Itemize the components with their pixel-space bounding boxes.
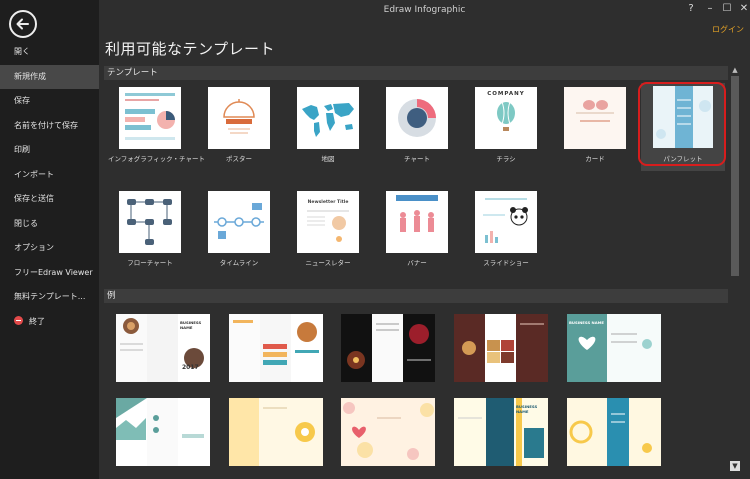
template-thumbnail — [208, 191, 270, 253]
menu-exit-label: 終了 — [29, 316, 45, 326]
page-title: 利用可能なテンプレート — [105, 40, 276, 58]
template-label: バナー — [407, 259, 427, 267]
menu-free-templates[interactable]: 無料テンプレート... — [0, 285, 99, 310]
menu-open[interactable]: 開く — [0, 40, 99, 65]
arrow-left-icon — [16, 18, 29, 30]
example-brochure-yellow-blue[interactable] — [567, 398, 661, 466]
menu-options[interactable]: オプション — [0, 236, 99, 261]
hot-air-balloon-thumbnail — [497, 101, 515, 131]
scroll-thumb[interactable] — [731, 76, 739, 276]
infographic-chart-thumbnail — [125, 93, 175, 140]
example-business-name: BUSINESS NAME — [180, 320, 202, 330]
template-label: スライドショー — [483, 259, 529, 267]
template-thumbnail: COMPANY — [475, 87, 537, 149]
example-brochure-yellow[interactable] — [229, 398, 323, 466]
example-thumbnail — [341, 398, 435, 466]
template-label: インフォグラフィック・チャート — [108, 155, 205, 163]
scroll-up-icon[interactable]: ▲ — [730, 65, 740, 75]
app-window: 開く 新規作成 保存 名前を付けて保存 印刷 インポート 保存と送信 閉じる オ… — [0, 0, 750, 479]
template-thumbnail — [386, 87, 448, 149]
scroll-down-icon[interactable]: ▼ — [730, 461, 740, 471]
template-timeline[interactable]: タイムライン — [197, 186, 281, 274]
back-button[interactable] — [9, 10, 37, 38]
menu-save-as[interactable]: 名前を付けて保存 — [0, 114, 99, 139]
example-thumbnail — [229, 398, 323, 466]
template-label: フローチャート — [127, 259, 173, 267]
selection-highlight — [638, 82, 726, 166]
backstage-sidebar: 開く 新規作成 保存 名前を付けて保存 印刷 インポート 保存と送信 閉じる オ… — [0, 0, 99, 479]
template-newsletter[interactable]: Newsletter Title ニュースレター — [286, 186, 370, 274]
template-thumbnail — [119, 191, 181, 253]
example-thumbnail — [116, 398, 204, 466]
template-label: タイムライン — [219, 259, 259, 267]
template-banner[interactable]: バナー — [375, 186, 459, 274]
title-bar: Edraw Infographic — [99, 0, 750, 22]
template-slideshow[interactable]: スライドショー — [464, 186, 548, 274]
banner-thumbnail — [396, 195, 438, 232]
login-link[interactable]: ログイン — [712, 24, 744, 35]
template-flyer[interactable]: COMPANY チラシ — [464, 82, 548, 170]
template-card[interactable]: カード — [553, 82, 637, 170]
example-brochure-heart[interactable] — [341, 398, 435, 466]
menu-free-viewer[interactable]: フリーEdraw Viewer — [0, 261, 99, 286]
example-thumbnail — [454, 314, 548, 382]
example-brochure-teal[interactable]: BUSINESS NAME — [567, 314, 661, 382]
world-map-thumbnail — [302, 103, 354, 137]
panda-slideshow-thumbnail — [483, 198, 528, 243]
exit-icon — [14, 315, 23, 325]
template-poster[interactable]: ポスター — [197, 82, 281, 170]
vertical-scrollbar[interactable]: ▲ ▼ — [729, 64, 741, 472]
example-thumbnail — [341, 314, 435, 382]
menu-print[interactable]: 印刷 — [0, 138, 99, 163]
close-button[interactable]: ✕ — [733, 2, 750, 16]
menu-new[interactable]: 新規作成 — [0, 64, 99, 89]
template-label: カード — [585, 155, 605, 163]
examples-section-header: 例 — [104, 289, 728, 303]
menu-import[interactable]: インポート — [0, 163, 99, 188]
template-thumbnail: Newsletter Title — [297, 191, 359, 253]
template-label: ニュースレター — [305, 259, 351, 267]
templates-section-header: テンプレート — [104, 66, 728, 80]
template-thumbnail — [564, 87, 626, 149]
template-thumbnail — [208, 87, 270, 149]
example-brochure-food-1[interactable]: BUSINESS NAME 2017 — [116, 314, 210, 382]
flowchart-thumbnail — [127, 199, 172, 245]
template-label: チラシ — [496, 155, 516, 163]
template-infographic-chart[interactable]: インフォグラフィック・チャート — [108, 82, 205, 170]
example-brochure-red[interactable] — [454, 314, 548, 382]
example-brochure-dark[interactable] — [341, 314, 435, 382]
template-thumbnail — [119, 87, 181, 149]
template-label: チャート — [404, 155, 430, 163]
menu-save[interactable]: 保存 — [0, 89, 99, 114]
donut-chart-thumbnail — [398, 99, 436, 137]
menu-close[interactable]: 閉じる — [0, 212, 99, 237]
window-title: Edraw Infographic — [383, 5, 466, 15]
example-business-name: BUSINESS NAME — [569, 320, 605, 325]
template-map[interactable]: 地図 — [286, 82, 370, 170]
birds-card-thumbnail — [576, 100, 614, 122]
backstage-menu: 開く 新規作成 保存 名前を付けて保存 印刷 インポート 保存と送信 閉じる オ… — [0, 40, 99, 334]
example-thumbnail — [567, 398, 661, 466]
template-label: ポスター — [226, 155, 252, 163]
example-brochure-navy[interactable]: BUSINESS NAME — [454, 398, 548, 466]
example-brochure-green[interactable] — [116, 398, 210, 466]
template-thumbnail — [386, 191, 448, 253]
template-label: 地図 — [321, 155, 335, 163]
template-chart[interactable]: チャート — [375, 82, 459, 170]
example-thumbnail — [229, 314, 323, 382]
example-business-name: BUSINESS NAME — [516, 404, 538, 414]
example-brochure-food-2[interactable] — [229, 314, 323, 382]
poster-thumbnail — [223, 99, 255, 134]
template-flowchart[interactable]: フローチャート — [108, 186, 192, 274]
example-year: 2017 — [182, 364, 199, 371]
template-thumbnail — [297, 87, 359, 149]
menu-exit[interactable]: 終了 — [0, 310, 99, 335]
template-thumbnail — [475, 191, 537, 253]
timeline-thumbnail — [214, 203, 264, 239]
newsletter-thumbnail — [307, 210, 349, 242]
menu-save-send[interactable]: 保存と送信 — [0, 187, 99, 212]
